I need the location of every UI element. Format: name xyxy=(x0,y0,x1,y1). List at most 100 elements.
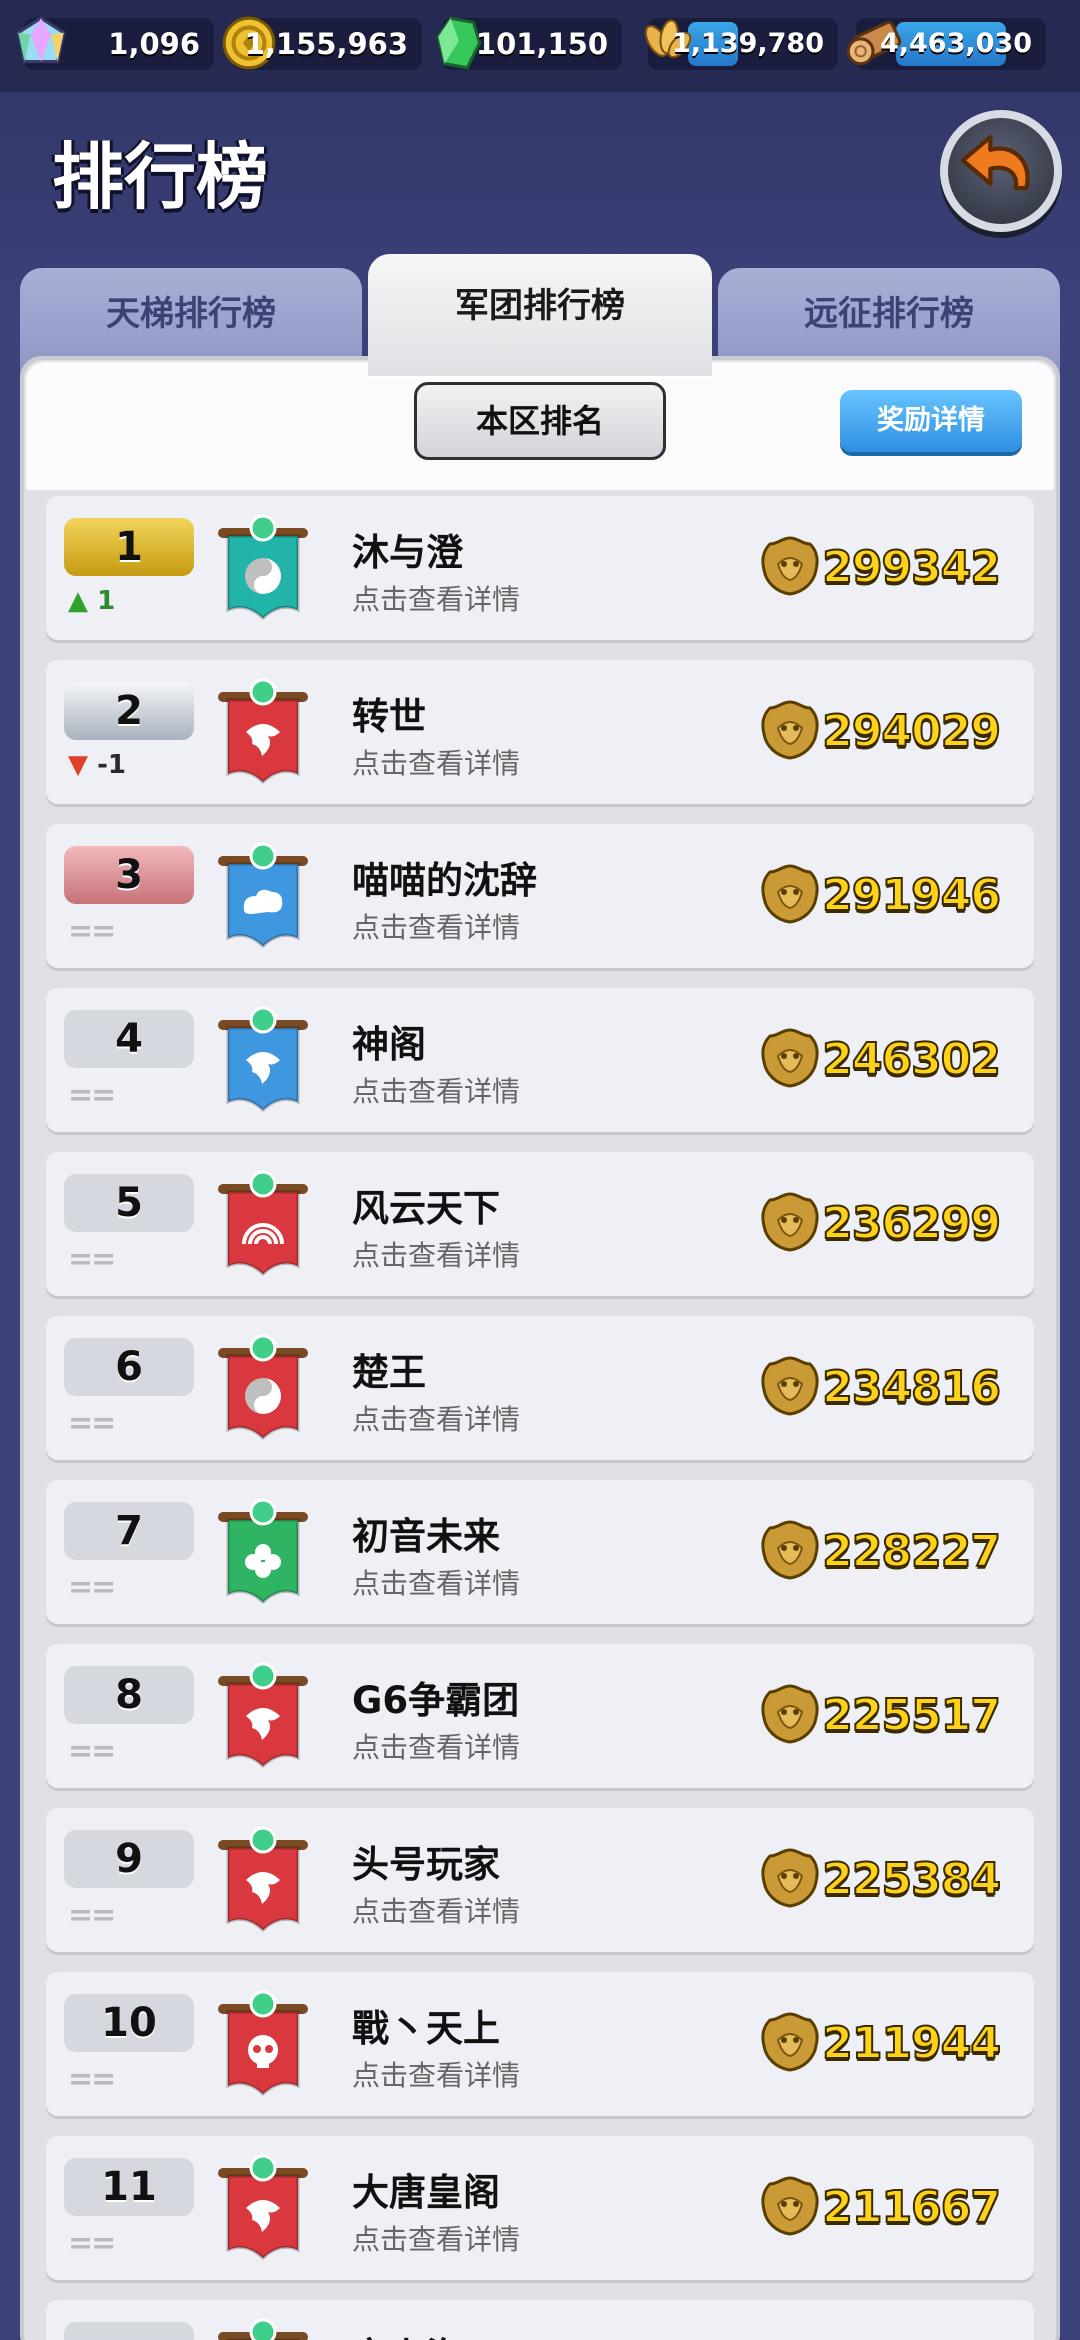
legion-power-icon xyxy=(761,1356,819,1416)
legion-name: 楚王 xyxy=(352,1351,426,1394)
legion-name: 京上海 xyxy=(352,2326,463,2340)
rank-change: == xyxy=(68,2062,116,2097)
legion-name: 头号玩家 xyxy=(352,1843,500,1886)
ranking-row[interactable]: 4 == 神阁 点击查看详情 246302 xyxy=(46,988,1034,1132)
ranking-row[interactable]: 10 == 戰丶天上 点击查看详情 211944 xyxy=(46,1972,1034,2116)
legion-power-icon xyxy=(761,1192,819,1252)
legion-banner-icon xyxy=(218,1498,308,1605)
rank-badge: 11 xyxy=(64,2158,194,2216)
legion-details-hint: 点击查看详情 xyxy=(352,1239,521,1272)
legion-details-hint: 点击查看详情 xyxy=(352,1075,521,1108)
legion-name: 戰丶天上 xyxy=(352,2007,500,2050)
back-arrow-icon xyxy=(960,134,1030,191)
rank-change: == xyxy=(68,1898,116,1933)
resource-gold[interactable]: 1,155,963 xyxy=(222,16,422,70)
rank-badge: 3 xyxy=(64,846,194,904)
legion-details-hint: 点击查看详情 xyxy=(352,1403,521,1436)
legion-power-icon xyxy=(761,1848,819,1908)
rank-change: ▼ -1 xyxy=(68,750,126,780)
legion-details-hint: 点击查看详情 xyxy=(352,747,521,780)
legion-name: 大唐皇阁 xyxy=(352,2171,500,2214)
ranking-row[interactable]: 8 == G6争霸团 点击查看详情 225517 xyxy=(46,1644,1034,1788)
region-rank-button[interactable]: 本区排名 xyxy=(414,382,666,460)
resource-wheat[interactable]: 1,139,780 xyxy=(644,18,838,70)
legion-name: 初音未来 xyxy=(352,1515,500,1558)
legion-details-hint: 点击查看详情 xyxy=(352,1567,521,1600)
legion-details-hint: 点击查看详情 xyxy=(352,911,521,944)
legion-banner-icon xyxy=(218,1990,308,2097)
rank-badge xyxy=(64,2322,194,2340)
ranking-row[interactable]: == 京上海 xyxy=(46,2300,1034,2340)
rank-badge: 2 xyxy=(64,682,194,740)
rank-change: ▲ 1 xyxy=(68,586,116,616)
back-button[interactable] xyxy=(940,110,1062,232)
legion-banner-icon xyxy=(218,1662,308,1769)
rank-badge: 9 xyxy=(64,1830,194,1888)
ranking-row[interactable]: 5 == 风云天下 点击查看详情 236299 xyxy=(46,1152,1034,1296)
legion-score: 228227 xyxy=(821,1525,1002,1578)
legion-details-hint: 点击查看详情 xyxy=(352,2223,521,2256)
rank-badge: 6 xyxy=(64,1338,194,1396)
wood-count: 4,463,030 xyxy=(879,28,1032,59)
legion-details-hint: 点击查看详情 xyxy=(352,1895,521,1928)
ranking-row[interactable]: 11 == 大唐皇阁 点击查看详情 211667 xyxy=(46,2136,1034,2280)
legion-power-icon xyxy=(761,536,819,596)
legion-banner-icon xyxy=(218,1826,308,1933)
gem-icon xyxy=(16,16,66,64)
rank-badge: 4 xyxy=(64,1010,194,1068)
page-title: 排行榜 xyxy=(52,135,269,219)
legion-power-icon xyxy=(761,1028,819,1088)
legion-power-icon xyxy=(761,2176,819,2236)
legion-score: 225384 xyxy=(821,1853,1002,1906)
legion-score: 294029 xyxy=(821,705,1002,758)
ranking-row[interactable]: 6 == 楚王 点击查看详情 234816 xyxy=(46,1316,1034,1460)
rank-badge: 8 xyxy=(64,1666,194,1724)
crystal-count: 101,150 xyxy=(475,27,608,61)
reward-details-button[interactable]: 奖励详情 xyxy=(840,390,1022,452)
legion-score: 299342 xyxy=(821,541,1002,594)
ranking-row[interactable]: 2 ▼ -1 转世 点击查看详情 294029 xyxy=(46,660,1034,804)
legion-banner-icon xyxy=(218,842,308,949)
ranking-row[interactable]: 7 == 初音未来 点击查看详情 228227 xyxy=(46,1480,1034,1624)
legion-name: 神阁 xyxy=(352,1023,426,1066)
legion-power-icon xyxy=(761,864,819,924)
legion-score: 211944 xyxy=(821,2017,1002,2070)
legion-power-icon xyxy=(761,1684,819,1744)
legion-banner-icon xyxy=(218,2318,308,2340)
legion-details-hint: 点击查看详情 xyxy=(352,2059,521,2092)
rank-badge: 7 xyxy=(64,1502,194,1560)
rank-change: == xyxy=(68,2226,116,2261)
legion-name: 转世 xyxy=(352,695,426,738)
ranking-row[interactable]: 3 == 喵喵的沈辞 点击查看详情 291946 xyxy=(46,824,1034,968)
rank-change: == xyxy=(68,914,116,949)
resource-bar: 1,096 1,155,963 101,150 1,139,780 4,463,… xyxy=(0,0,1080,92)
legion-banner-icon xyxy=(218,678,308,785)
legion-name: G6争霸团 xyxy=(352,1679,520,1722)
resource-crystal[interactable]: 101,150 xyxy=(436,16,622,70)
tab-legion[interactable]: 军团排行榜 xyxy=(368,254,712,378)
legion-power-icon xyxy=(761,2012,819,2072)
legion-name: 沐与澄 xyxy=(352,531,463,574)
rank-change: == xyxy=(68,1570,116,1605)
legion-banner-icon xyxy=(218,514,308,621)
resource-wood[interactable]: 4,463,030 xyxy=(846,18,1046,70)
rank-badge: 5 xyxy=(64,1174,194,1232)
rank-change: == xyxy=(68,1734,116,1769)
legion-score: 211667 xyxy=(821,2181,1002,2234)
legion-power-icon xyxy=(761,1520,819,1580)
ranking-row[interactable]: 9 == 头号玩家 点击查看详情 225384 xyxy=(46,1808,1034,1952)
legion-details-hint: 点击查看详情 xyxy=(352,583,521,616)
rank-badge: 10 xyxy=(64,1994,194,2052)
legion-score: 291946 xyxy=(821,869,1002,922)
rank-change: == xyxy=(68,1242,116,1277)
legion-score: 225517 xyxy=(821,1689,1002,1742)
rank-change: == xyxy=(68,1078,116,1113)
wheat-count: 1,139,780 xyxy=(671,28,824,59)
rank-change: == xyxy=(68,1406,116,1441)
legion-name: 风云天下 xyxy=(352,1187,500,1230)
legion-power-icon xyxy=(761,700,819,760)
ranking-row[interactable]: 1 ▲ 1 沐与澄 点击查看详情 299342 xyxy=(46,496,1034,640)
legion-banner-icon xyxy=(218,1334,308,1441)
legion-score: 246302 xyxy=(821,1033,1002,1086)
resource-gems[interactable]: 1,096 xyxy=(16,16,214,70)
